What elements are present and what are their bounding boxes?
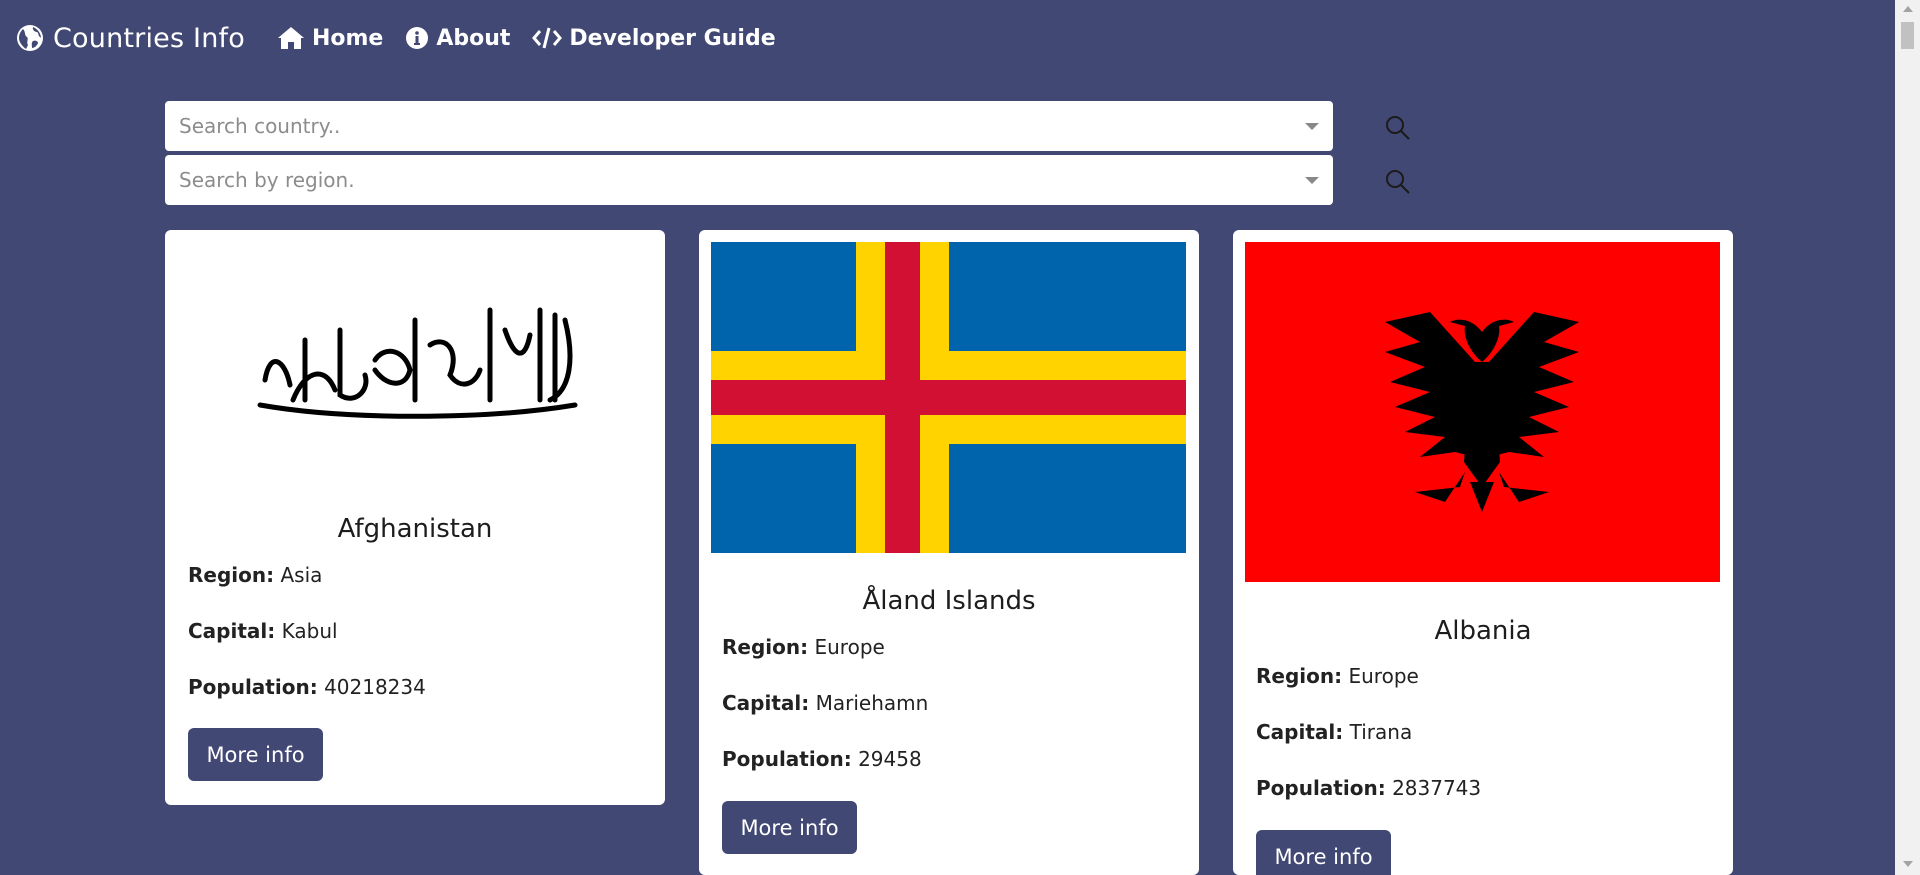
navbar: Countries Info Home About Developer Guid… xyxy=(0,0,1895,76)
brand[interactable]: Countries Info xyxy=(16,23,245,54)
capital-value: Kabul xyxy=(281,619,338,643)
country-capital: Capital: Kabul xyxy=(188,619,338,643)
more-info-button[interactable]: More info xyxy=(722,801,857,854)
country-card: Åland Islands Region: Europe Capital: Ma… xyxy=(699,230,1199,875)
population-label: Population: xyxy=(188,675,318,699)
capital-label: Capital: xyxy=(722,691,810,715)
country-region: Region: Europe xyxy=(722,635,885,659)
region-label: Region: xyxy=(1256,664,1343,688)
region-search-input[interactable] xyxy=(165,155,1305,205)
country-card: Albania Region: Europe Capital: Tirana P… xyxy=(1233,230,1733,875)
more-info-button[interactable]: More info xyxy=(188,728,323,781)
region-search-select[interactable] xyxy=(165,155,1333,205)
country-name: Albania xyxy=(1434,616,1532,646)
vertical-scrollbar[interactable] xyxy=(1895,0,1920,875)
more-info-button[interactable]: More info xyxy=(1256,830,1391,875)
region-value: Asia xyxy=(280,563,323,587)
population-value: 2837743 xyxy=(1392,776,1482,800)
population-value: 29458 xyxy=(858,747,922,771)
country-name: Afghanistan xyxy=(337,514,493,544)
country-capital: Capital: Tirana xyxy=(1256,720,1412,744)
capital-value: Tirana xyxy=(1349,720,1413,744)
region-value: Europe xyxy=(814,635,885,659)
chevron-down-icon[interactable] xyxy=(1305,122,1319,130)
home-icon xyxy=(277,27,304,49)
code-icon xyxy=(532,27,563,49)
country-region: Region: Europe xyxy=(1256,664,1419,688)
population-label: Population: xyxy=(1256,776,1386,800)
country-region: Region: Asia xyxy=(188,563,322,587)
scroll-down-icon[interactable] xyxy=(1903,861,1913,867)
info-icon xyxy=(406,27,429,49)
capital-label: Capital: xyxy=(1256,720,1344,744)
chevron-down-icon[interactable] xyxy=(1305,176,1319,184)
region-value: Europe xyxy=(1348,664,1419,688)
nav-about[interactable]: About xyxy=(405,26,510,51)
region-label: Region: xyxy=(188,563,275,587)
albania-flag-icon xyxy=(1245,242,1720,582)
nav-home[interactable]: Home xyxy=(277,26,383,51)
region-label: Region: xyxy=(722,635,809,659)
capital-value: Mariehamn xyxy=(815,691,929,715)
afghanistan-flag-icon xyxy=(257,307,578,419)
country-name: Åland Islands xyxy=(862,586,1036,616)
country-card: Afghanistan Region: Asia Capital: Kabul … xyxy=(165,230,665,805)
globe-icon xyxy=(17,25,43,51)
country-population: Population: 2837743 xyxy=(1256,776,1481,800)
scroll-up-icon[interactable] xyxy=(1903,6,1913,12)
search-icon[interactable] xyxy=(1384,114,1412,142)
country-search-input[interactable] xyxy=(165,101,1305,151)
scrollbar-thumb[interactable] xyxy=(1901,22,1914,49)
country-population: Population: 40218234 xyxy=(188,675,426,699)
nav-about-label: About xyxy=(436,25,511,51)
nav-developer-guide-label: Developer Guide xyxy=(569,25,776,51)
capital-label: Capital: xyxy=(188,619,276,643)
nav-developer-guide[interactable]: Developer Guide xyxy=(532,25,776,51)
search-icon[interactable] xyxy=(1384,168,1412,196)
population-value: 40218234 xyxy=(324,675,426,699)
population-label: Population: xyxy=(722,747,852,771)
country-capital: Capital: Mariehamn xyxy=(722,691,928,715)
country-population: Population: 29458 xyxy=(722,747,922,771)
aland-flag-icon xyxy=(711,242,1186,553)
brand-title: Countries Info xyxy=(53,22,245,54)
country-search-select[interactable] xyxy=(165,101,1333,151)
nav-home-label: Home xyxy=(311,25,384,51)
